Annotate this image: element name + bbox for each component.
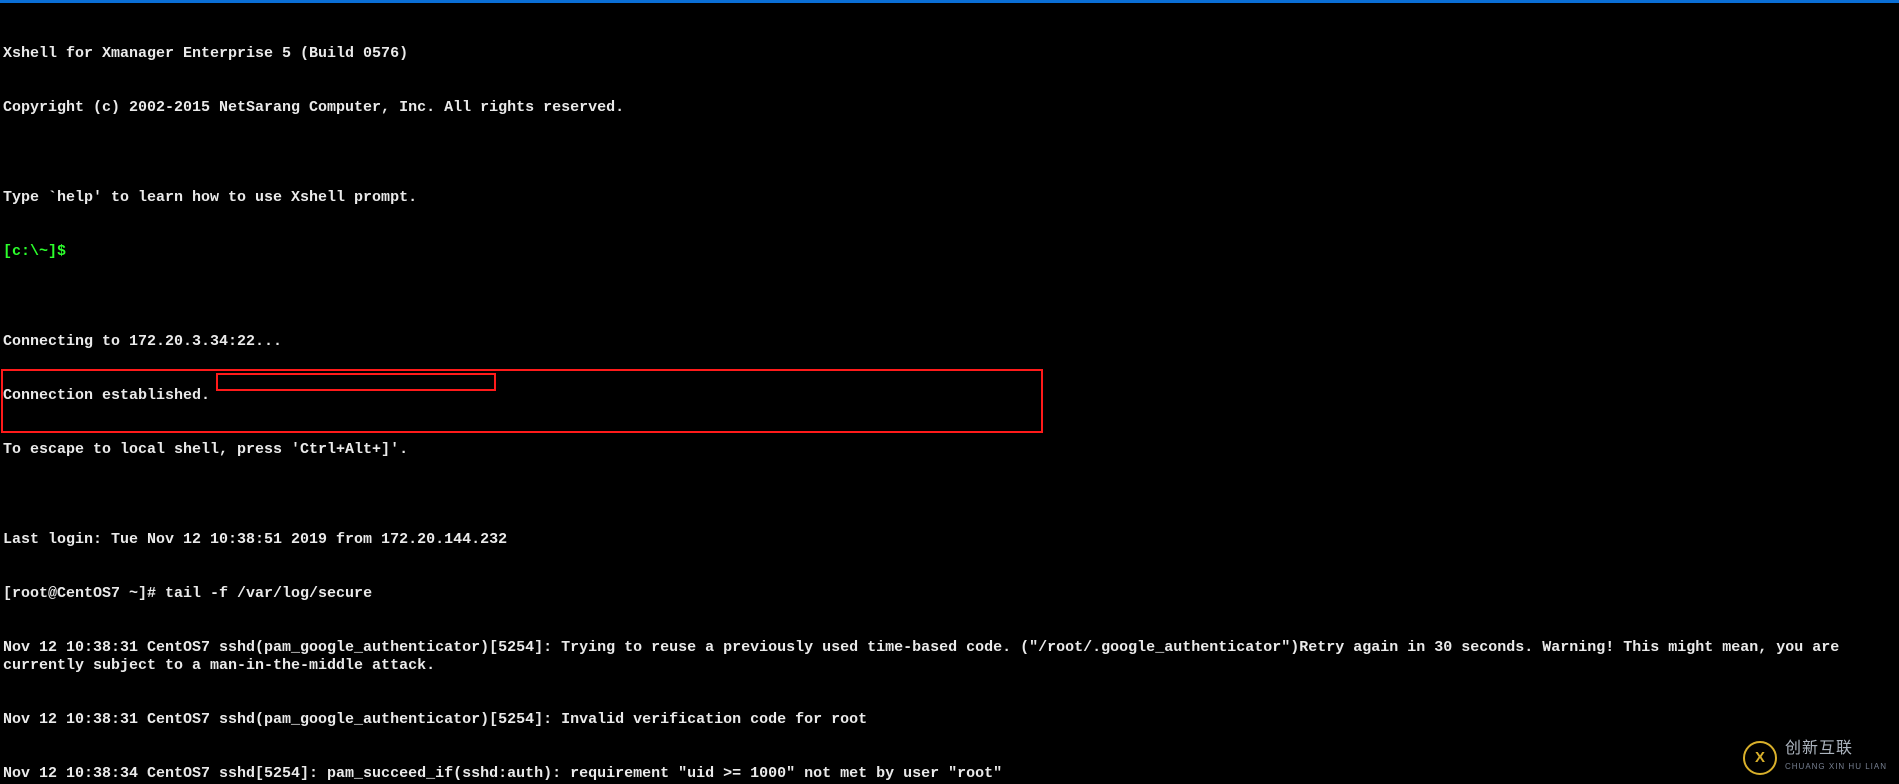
watermark: X 创新互联 CHUANG XIN HU LIAN: [1743, 740, 1887, 776]
local-prompt[interactable]: [c:\~]$: [3, 243, 1896, 261]
command-text: tail -f /var/log/secure: [165, 585, 372, 602]
log-line: Nov 12 10:38:31 CentOS7 sshd(pam_google_…: [3, 711, 1896, 729]
hint-line: Type `help' to learn how to use Xshell p…: [3, 189, 1896, 207]
status-line: Connecting to 172.20.3.34:22...: [3, 333, 1896, 351]
status-line: Connection established.: [3, 387, 1896, 405]
remote-prompt: [root@CentOS7 ~]#: [3, 585, 165, 602]
terminal-window[interactable]: Xshell for Xmanager Enterprise 5 (Build …: [0, 0, 1899, 784]
banner-line: Copyright (c) 2002-2015 NetSarang Comput…: [3, 99, 1896, 117]
status-line: To escape to local shell, press 'Ctrl+Al…: [3, 441, 1896, 459]
terminal-output[interactable]: Xshell for Xmanager Enterprise 5 (Build …: [3, 9, 1896, 784]
watermark-en: CHUANG XIN HU LIAN: [1785, 758, 1887, 776]
watermark-cn: 创新互联: [1785, 740, 1887, 758]
last-login: Last login: Tue Nov 12 10:38:51 2019 fro…: [3, 531, 1896, 549]
banner-line: Xshell for Xmanager Enterprise 5 (Build …: [3, 45, 1896, 63]
watermark-logo-icon: X: [1743, 741, 1777, 775]
watermark-text: 创新互联 CHUANG XIN HU LIAN: [1785, 740, 1887, 776]
remote-prompt-line[interactable]: [root@CentOS7 ~]# tail -f /var/log/secur…: [3, 585, 1896, 603]
log-line: Nov 12 10:38:31 CentOS7 sshd(pam_google_…: [3, 639, 1896, 675]
log-line: Nov 12 10:38:34 CentOS7 sshd[5254]: pam_…: [3, 765, 1896, 783]
